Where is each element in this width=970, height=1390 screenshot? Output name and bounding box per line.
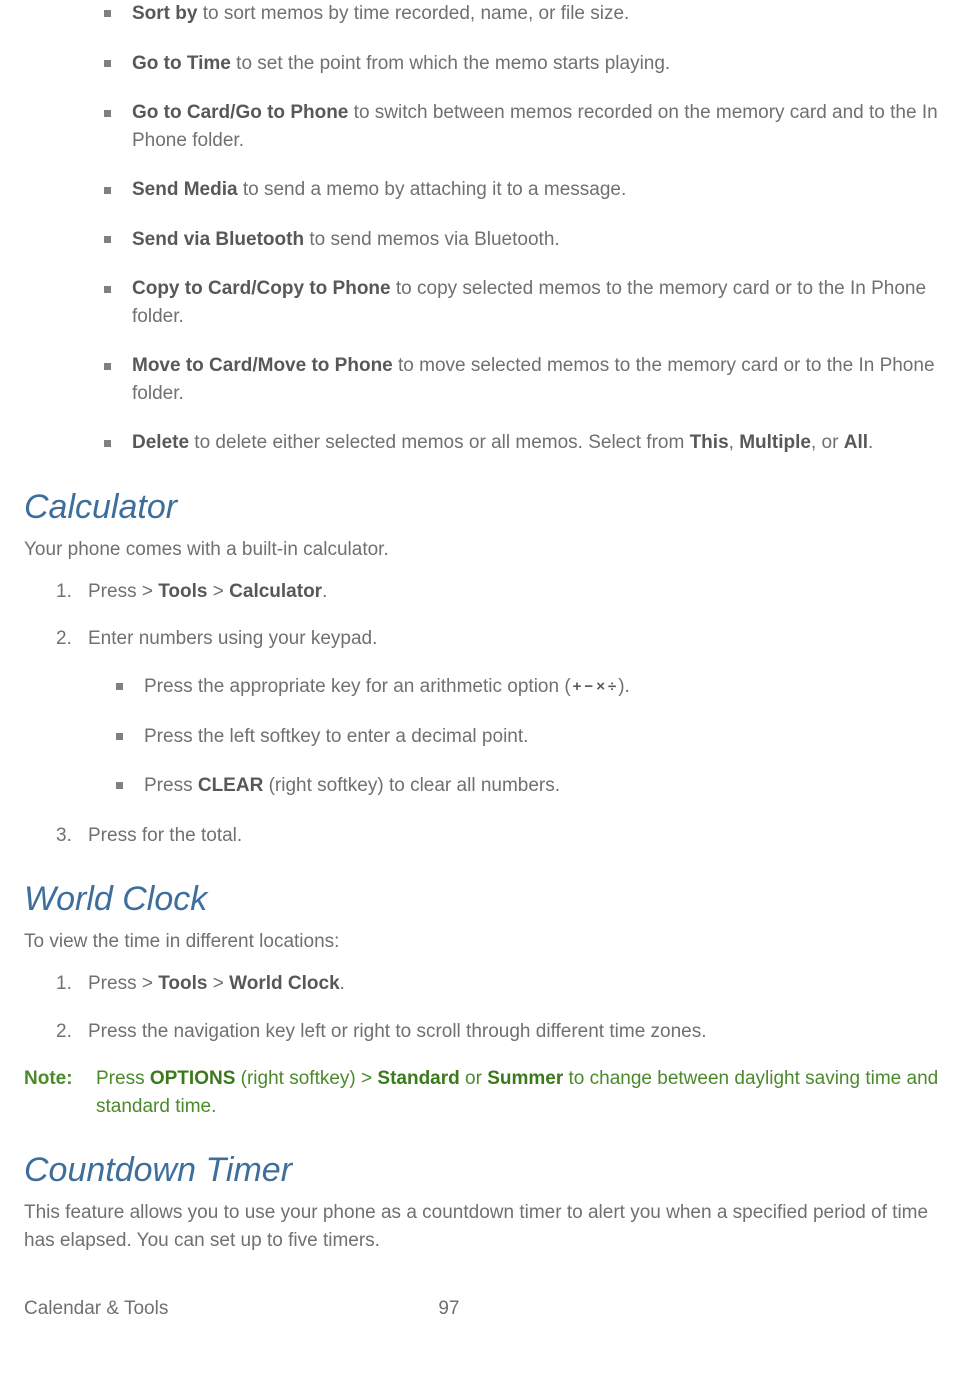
list-item: Send via Bluetooth to send memos via Blu… <box>104 226 946 254</box>
text: Press the navigation key left or right t… <box>88 1021 707 1042</box>
option-name: Copy to Card/Copy to Phone <box>132 278 391 299</box>
list-item: Send Media to send a memo by attaching i… <box>104 176 946 204</box>
note-block: Note: Press OPTIONS (right softkey) > St… <box>24 1065 946 1120</box>
bold-text: Standard <box>377 1068 459 1089</box>
calculator-substeps: Press the appropriate key for an arithme… <box>116 673 946 800</box>
heading-calculator: Calculator <box>24 483 946 532</box>
option-desc: to set the point from which the memo sta… <box>231 53 670 74</box>
list-item: Move to Card/Move to Phone to move selec… <box>104 352 946 407</box>
text: ). <box>618 676 630 697</box>
text: . <box>340 973 345 994</box>
option-desc: to sort memos by time recorded, name, or… <box>197 3 629 24</box>
bold-text: CLEAR <box>198 775 263 796</box>
minus-icon: − <box>584 679 593 694</box>
option-name: Send via Bluetooth <box>132 229 304 250</box>
multiply-icon: × <box>596 679 605 694</box>
text: Press > <box>88 973 158 994</box>
memo-options-list: Sort by to sort memos by time recorded, … <box>104 0 946 457</box>
text: Press <box>96 1068 150 1089</box>
bold-text: Tools <box>158 581 207 602</box>
bold-text: This <box>690 432 729 453</box>
option-name: Move to Card/Move to Phone <box>132 355 393 376</box>
calculator-steps: Press > Tools > Calculator. Enter number… <box>56 578 946 849</box>
bold-text: Calculator <box>229 581 322 602</box>
option-desc: to send a memo by attaching it to a mess… <box>238 179 627 200</box>
step: Press for the total. <box>56 822 946 850</box>
bold-text: Summer <box>487 1068 563 1089</box>
note-body: Press OPTIONS (right softkey) > Standard… <box>96 1065 946 1120</box>
bold-text: Multiple <box>739 432 811 453</box>
step: Press > Tools > World Clock. <box>56 970 946 998</box>
footer-page-number: 97 <box>438 1295 459 1323</box>
text: Press for the total. <box>88 825 242 846</box>
text: > <box>208 581 230 602</box>
text: , or <box>811 432 844 453</box>
footer-section-title: Calendar & Tools <box>24 1295 168 1323</box>
divide-icon: ÷ <box>608 679 616 694</box>
option-name: Send Media <box>132 179 238 200</box>
note-label: Note: <box>24 1065 82 1120</box>
step: Enter numbers using your keypad. Press t… <box>56 625 946 799</box>
option-name: Go to Card/Go to Phone <box>132 102 348 123</box>
bold-text: World Clock <box>229 973 340 994</box>
text: Press > <box>88 581 158 602</box>
text: Press the appropriate key for an arithme… <box>144 676 571 697</box>
option-name: Delete <box>132 432 189 453</box>
bold-text: Tools <box>158 973 207 994</box>
heading-world-clock: World Clock <box>24 875 946 924</box>
text: . <box>322 581 327 602</box>
bold-text: All <box>844 432 868 453</box>
list-item: Go to Card/Go to Phone to switch between… <box>104 99 946 154</box>
page: Sort by to sort memos by time recorded, … <box>0 0 970 1342</box>
calculator-intro: Your phone comes with a built-in calcula… <box>24 536 946 564</box>
list-item: Press CLEAR (right softkey) to clear all… <box>116 772 946 800</box>
text: . <box>868 432 873 453</box>
list-item: Press the appropriate key for an arithme… <box>116 673 946 701</box>
bold-text: OPTIONS <box>150 1068 236 1089</box>
text: > <box>208 973 230 994</box>
text: or <box>460 1068 487 1089</box>
text: , <box>729 432 740 453</box>
list-item: Go to Time to set the point from which t… <box>104 50 946 78</box>
list-item: Copy to Card/Copy to Phone to copy selec… <box>104 275 946 330</box>
heading-countdown-timer: Countdown Timer <box>24 1146 946 1195</box>
text: (right softkey) > <box>235 1068 377 1089</box>
option-name: Sort by <box>132 3 197 24</box>
text: (right softkey) to clear all numbers. <box>263 775 560 796</box>
option-desc: to send memos via Bluetooth. <box>304 229 560 250</box>
option-name: Go to Time <box>132 53 231 74</box>
text: Press <box>144 775 198 796</box>
world-clock-intro: To view the time in different locations: <box>24 928 946 956</box>
list-item: Sort by to sort memos by time recorded, … <box>104 0 946 28</box>
text: to delete either selected memos or all m… <box>189 432 690 453</box>
list-item: Press the left softkey to enter a decima… <box>116 723 946 751</box>
arithmetic-ops-icon: +−×÷ <box>571 679 619 694</box>
list-item: Delete to delete either selected memos o… <box>104 429 946 457</box>
text: Press the left softkey to enter a decima… <box>144 726 528 747</box>
step: Press > Tools > Calculator. <box>56 578 946 606</box>
plus-icon: + <box>573 679 582 694</box>
text: Enter numbers using your keypad. <box>88 628 377 649</box>
step: Press the navigation key left or right t… <box>56 1018 946 1046</box>
page-footer: Calendar & Tools 97 <box>24 1295 946 1323</box>
countdown-timer-intro: This feature allows you to use your phon… <box>24 1199 946 1254</box>
world-clock-steps: Press > Tools > World Clock. Press the n… <box>56 970 946 1045</box>
